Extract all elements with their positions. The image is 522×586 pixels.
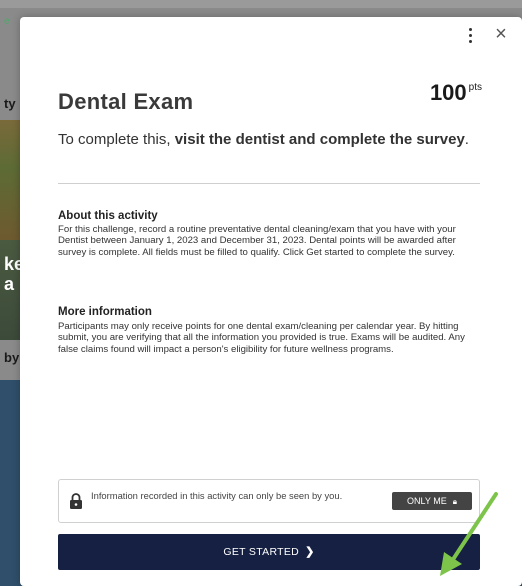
activity-modal: × 100 pts Dental Exam To complete this, v…: [20, 17, 522, 586]
background-card-image: [0, 380, 22, 586]
visibility-badge-label: ONLY ME: [407, 496, 447, 506]
activity-title: Dental Exam: [58, 89, 194, 114]
more-info-text: Participants may only receive points for…: [58, 321, 465, 355]
visibility-badge[interactable]: ONLY ME 🔒︎: [392, 492, 472, 510]
privacy-notice: Information recorded in this activity ca…: [58, 479, 480, 523]
privacy-text: Information recorded in this activity ca…: [91, 490, 343, 501]
get-started-button[interactable]: GET STARTED ❯: [58, 534, 480, 570]
points-value: 100: [429, 80, 467, 105]
chevron-right-icon: ❯: [305, 546, 315, 558]
instructions-emphasis: visit the dentist and complete the surve…: [174, 131, 465, 148]
background-header: [0, 0, 522, 8]
background-text: ty: [4, 96, 16, 111]
about-text: For this challenge, record a routine pre…: [58, 224, 456, 258]
small-lock-icon: 🔒︎: [452, 497, 457, 506]
background-card-image: [0, 120, 22, 240]
instructions-prefix: To complete this,: [58, 131, 175, 148]
close-icon[interactable]: ×: [490, 23, 512, 45]
points-display: 100 pts: [430, 80, 482, 106]
background-text: e: [4, 16, 10, 27]
points-unit: pts: [468, 82, 482, 93]
instructions-suffix: .: [464, 131, 469, 148]
activity-instructions: To complete this, visit the dentist and …: [58, 131, 469, 148]
about-heading: About this activity: [58, 210, 158, 222]
more-info-heading: More information: [58, 306, 152, 318]
lock-icon: [70, 493, 82, 509]
background-text: by: [4, 350, 20, 365]
kebab-menu-icon[interactable]: [460, 25, 480, 45]
get-started-label: GET STARTED: [223, 546, 300, 558]
divider: [58, 183, 480, 184]
